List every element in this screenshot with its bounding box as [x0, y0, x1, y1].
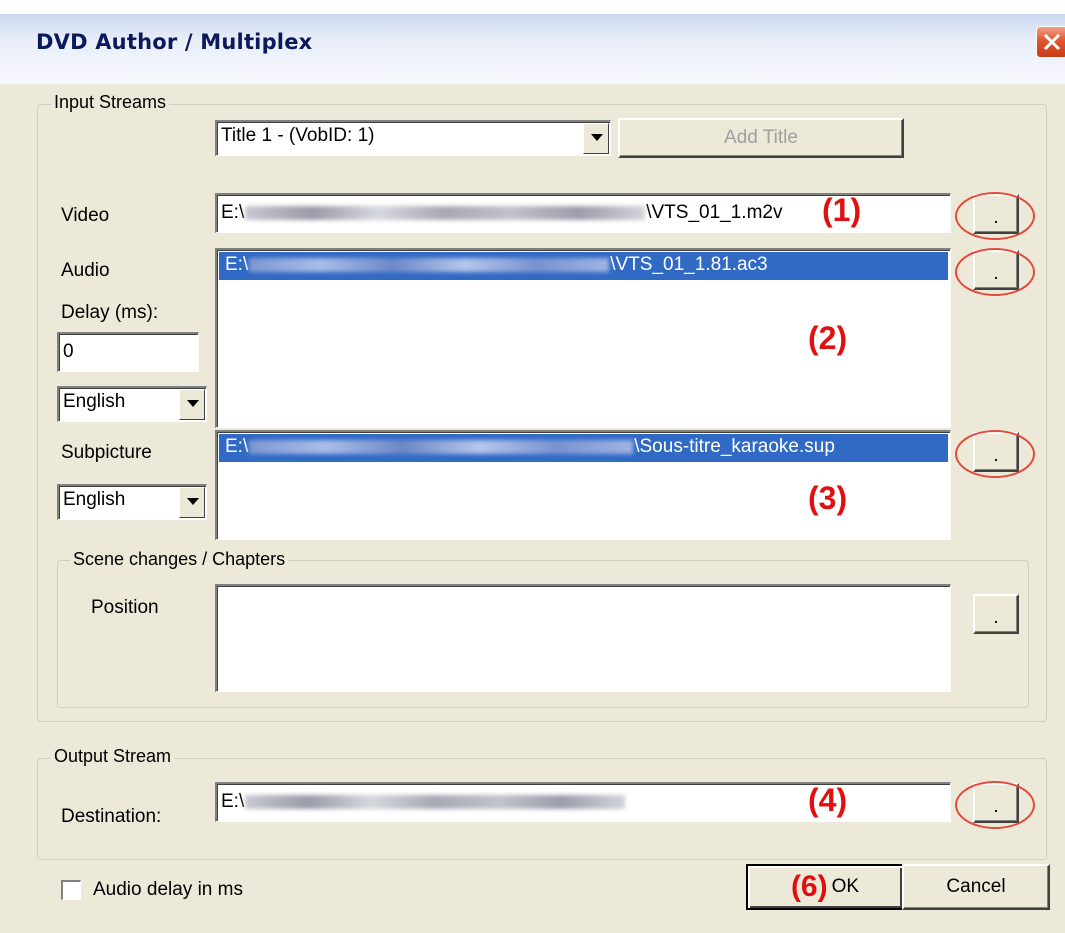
chapters-browse-button[interactable]: . [973, 594, 1019, 634]
audio-delay-checkbox[interactable] [61, 880, 81, 900]
video-browse-button[interactable]: . [973, 194, 1019, 234]
delay-label: Delay (ms): [61, 302, 159, 323]
output-stream-title: Output Stream [51, 746, 175, 767]
subpicture-item-suffix: \Sous-titre_karaoke.sup [634, 436, 835, 457]
title-bar: DVD Author / Multiplex [0, 0, 1065, 84]
destination-path-prefix: E:\ [221, 791, 245, 812]
chevron-down-icon[interactable] [583, 123, 609, 154]
window-title: DVD Author / Multiplex [36, 30, 313, 54]
audio-label: Audio [61, 260, 110, 281]
destination-path-redacted [245, 794, 626, 809]
delay-input[interactable]: 0 [57, 332, 199, 372]
dialog-body: Input Streams Title 1 - (VobID: 1) Add T… [0, 84, 1065, 933]
annotation-2: (2) [808, 320, 848, 356]
position-label: Position [91, 597, 159, 618]
audio-list-item[interactable]: E:\ \VTS_01_1.81.ac3 [219, 252, 948, 280]
audio-language-select[interactable]: English [57, 386, 207, 422]
subpicture-language-value: English [63, 489, 126, 510]
video-label: Video [61, 205, 110, 226]
ok-button[interactable]: (6) OK [746, 864, 904, 910]
video-path-prefix: E:\ [221, 202, 245, 223]
annotation-3: (3) [808, 480, 848, 516]
audio-item-suffix: \VTS_01_1.81.ac3 [610, 254, 768, 275]
close-button[interactable] [1036, 26, 1065, 58]
annotation-4: (4) [808, 782, 848, 818]
audio-language-value: English [63, 391, 126, 412]
subpicture-browse-button[interactable]: . [973, 432, 1019, 472]
destination-browse-button[interactable]: . [973, 783, 1019, 823]
ok-button-label: OK [831, 876, 860, 897]
chapters-title: Scene changes / Chapters [70, 549, 289, 570]
audio-delay-checkbox-label[interactable]: Audio delay in ms [93, 879, 243, 901]
add-title-button[interactable]: Add Title [618, 118, 904, 158]
title-select-value: Title 1 - (VobID: 1) [221, 125, 375, 146]
destination-label: Destination: [61, 806, 162, 827]
chevron-down-icon[interactable] [179, 389, 205, 420]
subpicture-list-item[interactable]: E:\ \Sous-titre_karaoke.sup [219, 434, 948, 462]
video-path-redacted [245, 205, 646, 220]
audio-browse-button[interactable]: . [973, 250, 1019, 290]
video-path-suffix: \VTS_01_1.m2v [646, 202, 783, 223]
title-select[interactable]: Title 1 - (VobID: 1) [215, 120, 611, 156]
subpicture-language-select[interactable]: English [57, 484, 207, 520]
audio-path-redacted [249, 257, 610, 272]
subpicture-label: Subpicture [61, 442, 152, 463]
annotation-1: (1) [822, 192, 862, 228]
audio-item-prefix: E:\ [225, 254, 249, 275]
subpicture-item-prefix: E:\ [225, 436, 249, 457]
close-icon [1043, 33, 1061, 51]
chevron-down-icon[interactable] [179, 487, 205, 518]
input-streams-title: Input Streams [51, 92, 170, 113]
dvd-author-dialog: DVD Author / Multiplex Input Streams Tit… [0, 0, 1065, 933]
chapters-position-field[interactable] [215, 584, 951, 692]
cancel-button[interactable]: Cancel [902, 864, 1050, 910]
annotation-6: (6) [790, 870, 828, 903]
subpicture-path-redacted [249, 439, 634, 454]
